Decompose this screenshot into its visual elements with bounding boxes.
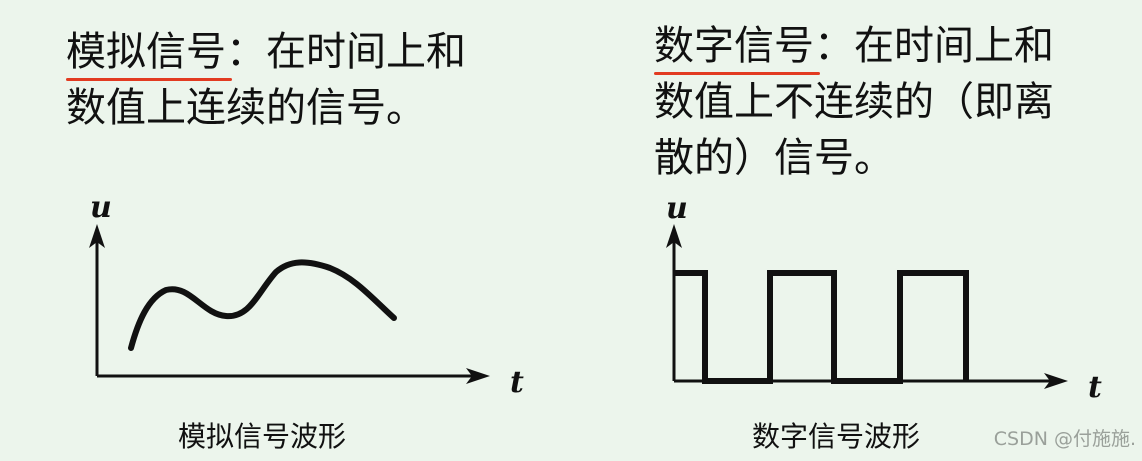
digital-square-wave (674, 270, 969, 384)
digital-waveform-plot: u t (666, 191, 1102, 405)
digital-signal-panel: 数字信号：在时间上和 数值上不连续的（即离 散的）信号。 u t 数字信号波形 (600, 0, 1142, 461)
analog-caption: 模拟信号波形 (178, 420, 347, 453)
analog-waveform-curve (128, 259, 397, 351)
analog-signal-panel: 模拟信号：在时间上和 数值上连续的信号。 u t 模拟信号波形 (0, 0, 600, 461)
analog-y-axis-label: u (90, 190, 112, 225)
analog-waveform-plot: u t (89, 190, 524, 400)
digital-x-axis-label: t (1088, 370, 1102, 405)
analog-x-axis-label: t (510, 365, 524, 400)
digital-y-axis-label: u (666, 191, 688, 226)
csdn-watermark: CSDN @付施施. (993, 428, 1136, 450)
digital-caption: 数字信号波形 (752, 420, 921, 453)
